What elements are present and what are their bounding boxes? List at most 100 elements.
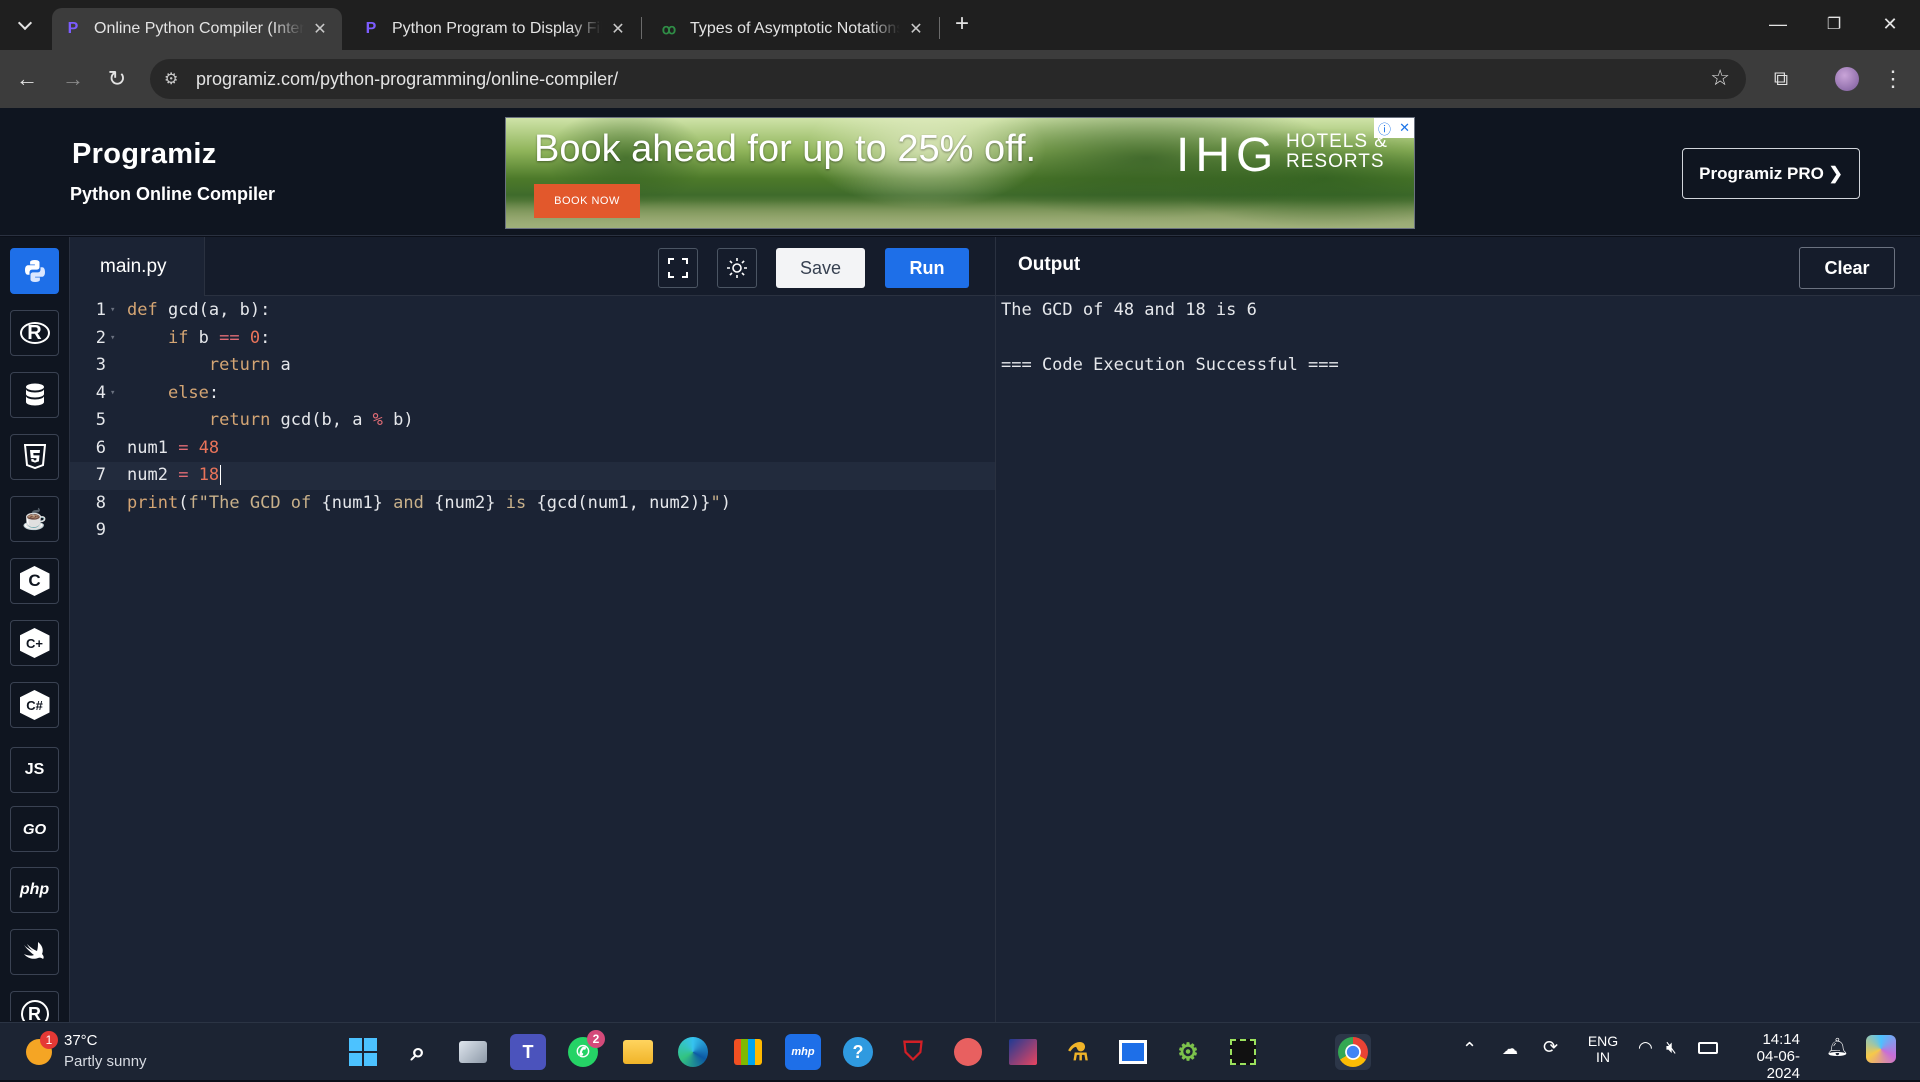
microsoft-store-app[interactable]	[730, 1034, 766, 1070]
close-icon[interactable]: ✕	[608, 19, 628, 39]
sidebar-item-javascript[interactable]: JS	[10, 747, 59, 793]
help-icon: ?	[843, 1037, 873, 1067]
sun-icon	[727, 258, 747, 278]
programiz-logo[interactable]: Programiz	[72, 138, 217, 171]
line-number: 8	[95, 492, 106, 513]
edge-app[interactable]	[675, 1034, 711, 1070]
chevron-down-icon	[17, 15, 33, 31]
save-button[interactable]: Save	[776, 248, 865, 288]
sidebar-item-sql[interactable]	[10, 372, 59, 418]
start-button[interactable]	[345, 1034, 381, 1070]
sidebar-item-csharp[interactable]: C#	[10, 682, 59, 728]
code-line: 6 num1 = 48	[70, 435, 995, 463]
theme-toggle-button[interactable]	[717, 248, 757, 288]
fold-arrow-icon[interactable]: ▾	[110, 380, 115, 408]
wifi-icon[interactable]: ◠	[1638, 1038, 1653, 1058]
get-help-app[interactable]: ?	[840, 1034, 876, 1070]
run-button[interactable]: Run	[885, 248, 969, 288]
gear-globe-icon: ⚙	[1177, 1038, 1199, 1066]
advertisement-banner[interactable]: Book ahead for up to 25% off. BOOK NOW I…	[505, 117, 1415, 229]
weather-widget[interactable]: 1	[24, 1031, 58, 1065]
profile-button[interactable]	[1830, 62, 1864, 96]
close-icon[interactable]: ✕	[310, 19, 330, 39]
back-button[interactable]: ←	[10, 62, 44, 96]
sidebar-item-swift[interactable]	[10, 929, 59, 975]
notification-bell-icon[interactable]: 🔔︎	[1826, 1037, 1849, 1058]
file-explorer-app[interactable]	[620, 1034, 656, 1070]
tab-python-fibonacci[interactable]: P Python Program to Display Fibo ✕	[350, 8, 640, 50]
store-icon	[734, 1039, 762, 1065]
plus-icon: +	[954, 10, 969, 37]
hp-app[interactable]: mhp	[785, 1034, 821, 1070]
tab-search-button[interactable]	[4, 6, 46, 44]
extensions-button[interactable]: ⧉	[1764, 62, 1798, 96]
code-line: 9	[70, 517, 995, 545]
programiz-pro-button[interactable]: Programiz PRO ❯	[1682, 148, 1860, 199]
star-icon[interactable]: ☆	[1710, 65, 1730, 91]
chrome-menu-button[interactable]: ⋮	[1876, 62, 1910, 96]
site-info-icon[interactable]: ⚙	[164, 69, 178, 89]
restore-icon: ❐	[1826, 16, 1842, 33]
clock[interactable]: 14:14 04-06-2024	[1740, 1031, 1800, 1082]
sidebar-item-rust[interactable]: R	[10, 991, 59, 1021]
sidebar-item-php[interactable]: php	[10, 867, 59, 913]
windows-taskbar: 1 37°C Partly sunny ⌕ T ✆ 2 mhp ? ⛉ ⚗ ⚙ …	[0, 1022, 1920, 1082]
ad-book-now-button[interactable]: BOOK NOW	[534, 184, 640, 218]
forward-button[interactable]: →	[56, 62, 90, 96]
volume-muted-icon[interactable]: 🔇︎	[1666, 1038, 1677, 1058]
sidebar-item-html[interactable]	[10, 434, 59, 480]
fold-arrow-icon[interactable]: ▾	[110, 297, 115, 325]
teams-icon: T	[522, 1041, 534, 1062]
terminal-app[interactable]	[1225, 1034, 1261, 1070]
utility-app[interactable]: ⚙	[1170, 1034, 1206, 1070]
sidebar-item-c[interactable]: C	[10, 558, 59, 604]
chrome-app[interactable]	[1335, 1034, 1371, 1070]
teams-app[interactable]: T	[510, 1034, 546, 1070]
close-window-button[interactable]: ✕	[1862, 0, 1918, 48]
sidebar-item-r[interactable]: R	[10, 310, 59, 356]
whatsapp-app[interactable]: ✆ 2	[565, 1030, 605, 1070]
mcafee-app[interactable]: ⛉	[895, 1034, 931, 1070]
python-icon	[24, 260, 45, 282]
file-tab-main-py[interactable]: main.py	[70, 237, 205, 296]
fold-arrow-icon[interactable]: ▾	[110, 325, 115, 353]
url-text: programiz.com/python-programming/online-…	[196, 68, 619, 89]
reload-button[interactable]: ↻	[100, 62, 134, 96]
new-tab-button[interactable]: +	[942, 0, 982, 48]
tab-online-python-compiler[interactable]: P Online Python Compiler (Interp ✕	[52, 8, 342, 50]
close-icon[interactable]: ✕	[906, 19, 926, 39]
site-header: Programiz Python Online Compiler Book ah…	[0, 108, 1920, 236]
fullscreen-icon	[668, 258, 688, 278]
sidebar-item-python[interactable]	[10, 248, 59, 294]
onedrive-icon[interactable]: ☁	[1502, 1039, 1518, 1059]
pdf-app[interactable]	[950, 1034, 986, 1070]
task-view-button[interactable]	[455, 1034, 491, 1070]
clear-button[interactable]: Clear	[1799, 247, 1895, 289]
minimize-button[interactable]: —	[1750, 0, 1806, 48]
tray-overflow-chevron-icon[interactable]: ⌃	[1462, 1039, 1477, 1060]
photo-app[interactable]	[1005, 1034, 1041, 1070]
language-indicator[interactable]: ENG IN	[1586, 1033, 1620, 1065]
sidebar-item-cpp[interactable]: C+	[10, 620, 59, 666]
image-app-icon	[1009, 1039, 1037, 1065]
battery-icon[interactable]	[1698, 1042, 1718, 1054]
close-icon[interactable]: ✕	[1399, 120, 1410, 136]
idle-app[interactable]: ⚗	[1060, 1034, 1096, 1070]
tab-title: Types of Asymptotic Notations	[690, 20, 900, 37]
address-bar[interactable]: ⚙ programiz.com/python-programming/onlin…	[150, 59, 1746, 99]
ad-info-icon[interactable]: ⓘ	[1378, 119, 1391, 138]
taskbar-search-button[interactable]: ⌕	[400, 1034, 436, 1070]
chrome-icon	[1338, 1037, 1368, 1067]
restore-button[interactable]: ❐	[1806, 0, 1862, 48]
tab-asymptotic-notations[interactable]: ꝏ Types of Asymptotic Notations ✕	[648, 8, 938, 50]
window-app[interactable]	[1115, 1034, 1151, 1070]
code-text: return a	[208, 355, 291, 375]
copilot-icon[interactable]	[1866, 1035, 1896, 1063]
sidebar-item-go[interactable]: GO	[10, 806, 59, 852]
sidebar-item-java[interactable]: ☕	[10, 496, 59, 542]
fullscreen-button[interactable]	[658, 248, 698, 288]
edge-icon	[678, 1037, 708, 1067]
notification-badge: 1	[40, 1031, 58, 1049]
cpp-icon: C+	[19, 628, 50, 658]
sync-icon[interactable]: ⟳	[1543, 1037, 1558, 1058]
